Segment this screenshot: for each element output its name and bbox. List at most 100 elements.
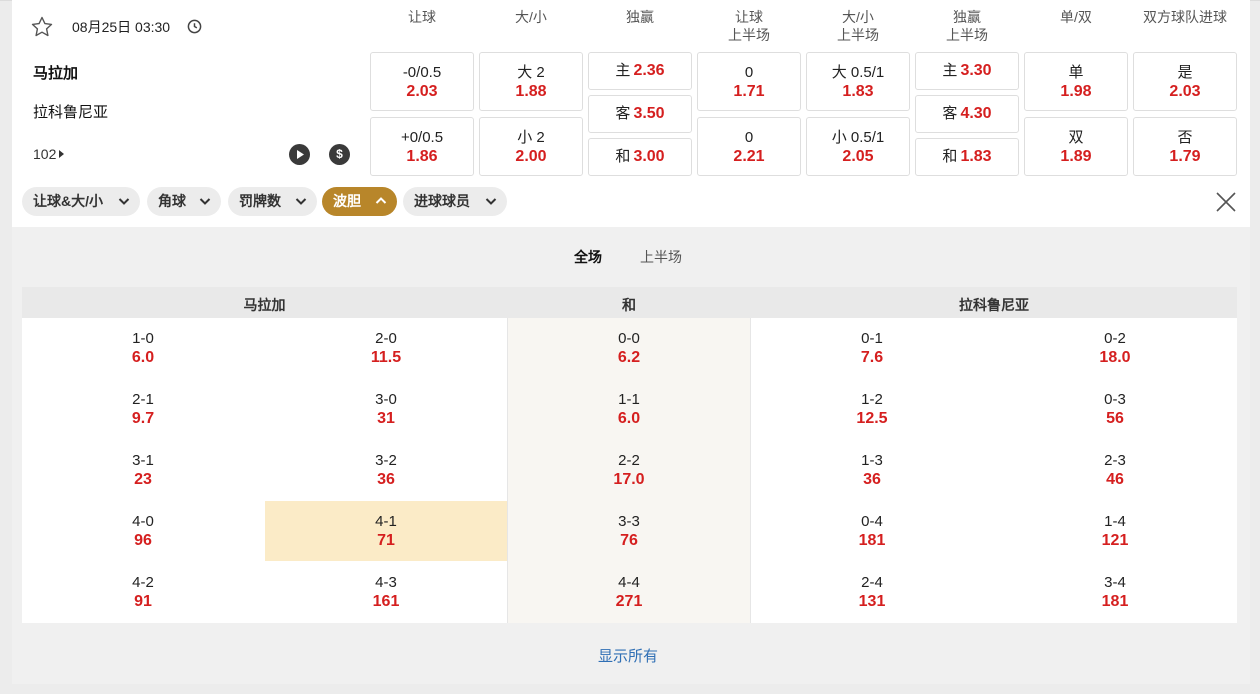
tab-first-half[interactable]: 上半场 (640, 247, 682, 267)
more-markets-link[interactable]: 102 (33, 146, 65, 162)
favorite-star-icon[interactable] (30, 15, 54, 39)
show-all-link[interactable]: 显示所有 (598, 645, 658, 666)
odd-button-over-1h[interactable]: 大 0.5/1 1.83 (806, 52, 910, 111)
score-label: 4-0 (132, 513, 154, 530)
score-odd: 6.0 (131, 349, 155, 366)
score-odd: 56 (1106, 410, 1124, 427)
header-home-team: 马拉加 (243, 297, 286, 313)
odd-button-moneyline-draw[interactable]: 和 3.00 (588, 138, 692, 176)
odd-value: 4.30 (960, 105, 992, 122)
col-header-handicap-1h: 让球 上半场 (728, 9, 770, 43)
odd-button-moneyline-away[interactable]: 客 3.50 (588, 95, 692, 133)
odd-line: 大 2 (517, 64, 545, 81)
odd-line: 否 (1177, 129, 1193, 146)
score-label: 1-0 (132, 330, 154, 347)
tab-label: 进球球员 (414, 193, 470, 209)
score-cell[interactable]: 4-4 271 (508, 562, 750, 622)
score-cell[interactable]: 2-3 46 (994, 440, 1236, 500)
odd-button-handicap-away[interactable]: +0/0.5 1.86 (370, 117, 474, 176)
play-video-icon[interactable] (289, 144, 310, 165)
score-cell[interactable]: 0-4 181 (751, 501, 993, 561)
odd-button-both-score-no[interactable]: 否 1.79 (1133, 117, 1237, 176)
score-cell[interactable]: 3-3 76 (508, 501, 750, 561)
close-icon[interactable] (1214, 190, 1238, 214)
odd-value: 1.86 (406, 148, 438, 165)
score-cell[interactable]: 4-3 161 (265, 562, 507, 622)
score-label: 3-0 (375, 391, 397, 408)
score-cell[interactable]: 2-0 11.5 (265, 318, 507, 378)
tab-label: 角球 (158, 193, 186, 209)
tab-handicap-over-under[interactable]: 让球&大/小 (22, 187, 140, 216)
score-odd: 121 (1101, 532, 1129, 549)
odd-value: 2.05 (842, 148, 874, 165)
score-label: 3-1 (132, 452, 154, 469)
score-cell[interactable]: 1-2 12.5 (751, 379, 993, 439)
odd-value: 3.00 (633, 148, 665, 165)
header-away-team: 拉科鲁尼亚 (959, 297, 1029, 313)
odd-line: 客 (615, 105, 631, 122)
score-cell[interactable]: 1-4 121 (994, 501, 1236, 561)
score-cell[interactable]: 1-1 6.0 (508, 379, 750, 439)
score-cell[interactable]: 1-3 36 (751, 440, 993, 500)
chevron-down-icon (485, 198, 497, 205)
tab-correct-score[interactable]: 波胆 (322, 187, 397, 216)
odd-button-odd[interactable]: 单 1.98 (1024, 52, 1128, 111)
score-cell[interactable]: 4-1 71 (265, 501, 507, 561)
grid-header: 马拉加 和 拉科鲁尼亚 (22, 287, 1237, 318)
odd-line: 0 (744, 64, 754, 81)
odd-button-under-1h[interactable]: 小 0.5/1 2.05 (806, 117, 910, 176)
score-label: 0-3 (1104, 391, 1126, 408)
score-cell[interactable]: 4-0 96 (22, 501, 264, 561)
odd-line: 是 (1177, 64, 1193, 81)
odd-button-moneyline-1h-home[interactable]: 主 3.30 (915, 52, 1019, 90)
odd-value: 1.83 (842, 83, 874, 100)
odd-button-handicap-1h-home[interactable]: 0 1.71 (697, 52, 801, 111)
col-header-both-score: 双方球队进球 (1143, 9, 1227, 25)
score-cell[interactable]: 0-2 18.0 (994, 318, 1236, 378)
score-cell[interactable]: 2-2 17.0 (508, 440, 750, 500)
odd-button-moneyline-1h-away[interactable]: 客 4.30 (915, 95, 1019, 133)
score-odd: 71 (377, 532, 395, 549)
odd-value: 3.30 (960, 62, 992, 79)
score-odd: 17.0 (613, 471, 645, 488)
odd-button-moneyline-home[interactable]: 主 2.36 (588, 52, 692, 90)
tab-corners[interactable]: 角球 (147, 187, 221, 216)
away-team-name: 拉科鲁尼亚 (33, 104, 109, 121)
correct-score-grid: 马拉加 和 拉科鲁尼亚 1-0 6.0 2-1 9.7 3-1 23 4-0 96 4-2 91 2… (22, 287, 1237, 623)
score-cell[interactable]: 3-4 181 (994, 562, 1236, 622)
odd-button-handicap-home[interactable]: -0/0.5 2.03 (370, 52, 474, 111)
odd-value: 1.89 (1060, 148, 1092, 165)
score-odd: 6.0 (617, 410, 641, 427)
score-odd: 131 (858, 593, 886, 610)
col-header-handicap: 让球 (408, 9, 436, 25)
tab-cards[interactable]: 罚牌数 (228, 187, 317, 216)
score-odd: 12.5 (856, 410, 888, 427)
score-cell[interactable]: 4-2 91 (22, 562, 264, 622)
score-cell[interactable]: 3-2 36 (265, 440, 507, 500)
odd-button-moneyline-1h-draw[interactable]: 和 1.83 (915, 138, 1019, 176)
score-label: 1-4 (1104, 513, 1126, 530)
chevron-up-icon (375, 197, 387, 204)
chevron-down-icon (295, 198, 307, 205)
odd-button-over[interactable]: 大 2 1.88 (479, 52, 583, 111)
score-cell[interactable]: 1-0 6.0 (22, 318, 264, 378)
odd-button-under[interactable]: 小 2 2.00 (479, 117, 583, 176)
odd-button-handicap-1h-away[interactable]: 0 2.21 (697, 117, 801, 176)
odd-button-both-score-yes[interactable]: 是 2.03 (1133, 52, 1237, 111)
score-cell[interactable]: 2-4 131 (751, 562, 993, 622)
cashout-icon[interactable]: $ (329, 144, 350, 165)
score-cell[interactable]: 2-1 9.7 (22, 379, 264, 439)
score-cell[interactable]: 0-3 56 (994, 379, 1236, 439)
score-cell[interactable]: 3-0 31 (265, 379, 507, 439)
score-cell[interactable]: 0-1 7.6 (751, 318, 993, 378)
score-odd: 7.6 (860, 349, 884, 366)
score-cell[interactable]: 0-0 6.2 (508, 318, 750, 378)
score-cell[interactable]: 3-1 23 (22, 440, 264, 500)
odd-line: +0/0.5 (400, 129, 444, 146)
tab-goalscorers[interactable]: 进球球员 (403, 187, 507, 216)
tab-label: 罚牌数 (239, 193, 281, 209)
tab-full-time[interactable]: 全场 (574, 247, 602, 267)
odd-button-even[interactable]: 双 1.89 (1024, 117, 1128, 176)
odd-line: 和 (615, 148, 631, 165)
header-draw: 和 (622, 297, 636, 313)
